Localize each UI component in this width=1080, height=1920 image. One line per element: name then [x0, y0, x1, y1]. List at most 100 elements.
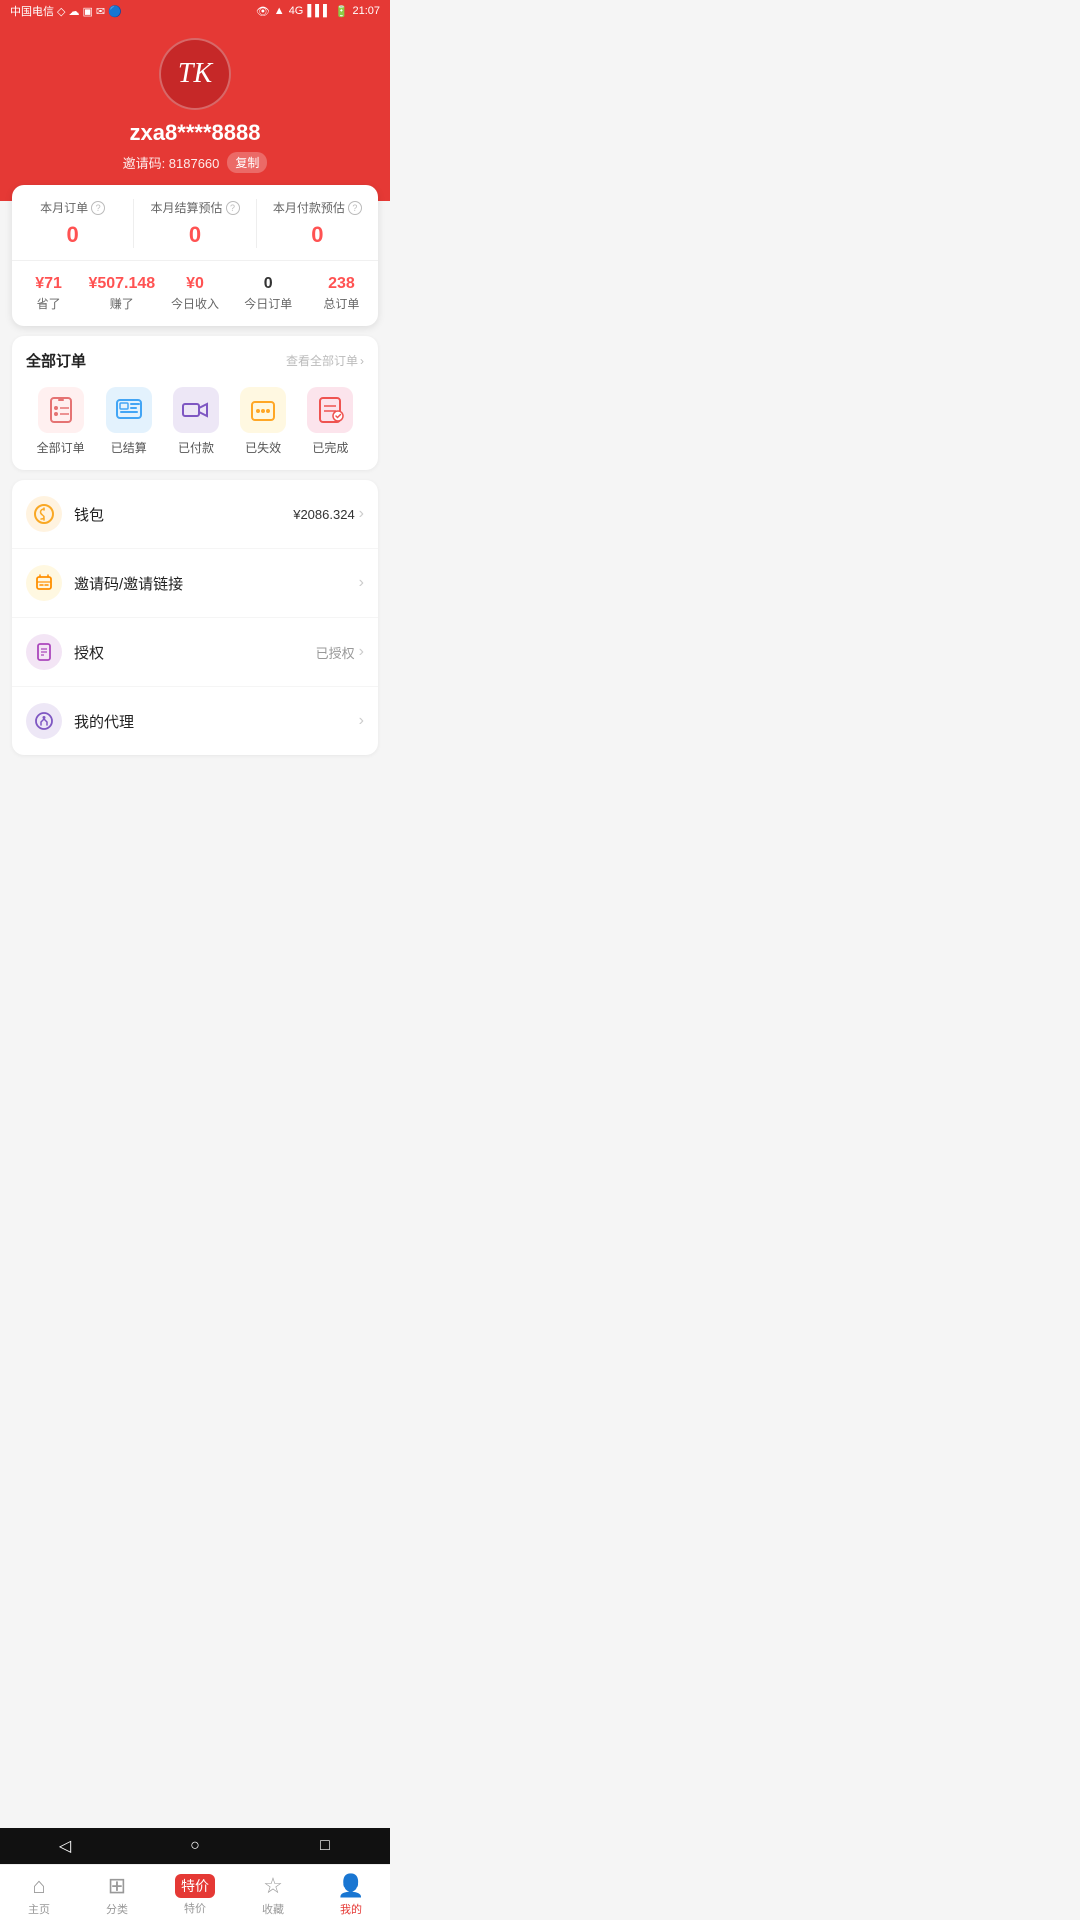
- favorites-nav-icon: ☆: [263, 1873, 283, 1899]
- home-nav-label: 主页: [28, 1901, 50, 1917]
- total-orders-value: 238: [305, 275, 378, 293]
- home-button[interactable]: ○: [180, 1831, 210, 1861]
- nav-category[interactable]: ⊞ 分类: [78, 1865, 156, 1920]
- special-nav-label: 特价: [184, 1900, 206, 1916]
- invite-right: ›: [359, 574, 364, 592]
- category-nav-label: 分类: [106, 1901, 128, 1917]
- category-nav-icon: ⊞: [108, 1873, 126, 1899]
- carrier-text: 中国电信: [10, 3, 54, 19]
- today-orders-label: 今日订单: [232, 295, 305, 312]
- invite-menu-item[interactable]: 邀请码/邀请链接 ›: [12, 549, 378, 618]
- myagent-label: 我的代理: [74, 711, 359, 732]
- paid-icon: [180, 394, 212, 426]
- orders-card: 全部订单 查看全部订单 › 全部订单: [12, 336, 378, 470]
- auth-menu-item[interactable]: 授权 已授权 ›: [12, 618, 378, 687]
- order-all-label: 全部订单: [37, 439, 85, 456]
- app-icon-3: 🔵: [108, 5, 122, 18]
- nav-home[interactable]: ⌂ 主页: [0, 1865, 78, 1920]
- order-expired[interactable]: 已失效: [240, 387, 286, 456]
- lte-icon: 4G: [289, 5, 304, 17]
- earned-stat: ¥507.148 赚了: [85, 275, 158, 312]
- total-orders-stat: 238 总订单: [305, 275, 378, 312]
- invite-icon: [26, 565, 62, 601]
- username: zxa8****8888: [130, 120, 261, 146]
- total-orders-label: 总订单: [305, 295, 378, 312]
- today-orders-value: 0: [232, 275, 305, 293]
- orders-icons-row: 全部订单 已结算: [26, 387, 364, 456]
- help-icon-2[interactable]: ?: [226, 201, 240, 215]
- stats-card: 本月订单 ? 0 本月结算预估 ? 0 本月付款预估 ? 0: [12, 185, 378, 326]
- stats-bottom-row: ¥71 省了 ¥507.148 赚了 ¥0 今日收入 0 今日订单 238 总订…: [12, 271, 378, 320]
- stats-top-row: 本月订单 ? 0 本月结算预估 ? 0 本月付款预估 ? 0: [12, 199, 378, 261]
- wallet-right: ¥2086.324 ›: [293, 505, 364, 523]
- invite-label: 邀请码/邀请链接: [74, 573, 359, 594]
- invite-code-row: 邀请码: 8187660 复制: [123, 152, 268, 173]
- order-completed-label: 已完成: [312, 439, 348, 456]
- monthly-payment-value: 0: [257, 222, 378, 248]
- auth-label: 授权: [74, 642, 316, 663]
- copy-button[interactable]: 复制: [227, 152, 267, 173]
- wallet-icon: [26, 496, 62, 532]
- today-orders-stat: 0 今日订单: [232, 275, 305, 312]
- auth-status: 已授权: [316, 643, 355, 662]
- monthly-orders-value: 0: [12, 222, 133, 248]
- orders-title: 全部订单: [26, 350, 86, 371]
- saved-value: ¥71: [12, 275, 85, 293]
- order-paid-label: 已付款: [178, 439, 214, 456]
- saved-label: 省了: [12, 295, 85, 312]
- invite-chevron: ›: [359, 574, 364, 592]
- help-icon-1[interactable]: ?: [91, 201, 105, 215]
- bottom-nav: ⌂ 主页 ⊞ 分类 特价 特价 ☆ 收藏 👤 我的: [0, 1864, 390, 1920]
- monthly-orders: 本月订单 ? 0: [12, 199, 134, 248]
- wallet-value: ¥2086.324: [293, 507, 354, 522]
- today-income-label: 今日收入: [158, 295, 231, 312]
- eye-icon: 👁: [256, 5, 270, 18]
- orders-header: 全部订单 查看全部订单 ›: [26, 350, 364, 371]
- monthly-settlement-value: 0: [134, 222, 255, 248]
- earned-value: ¥507.148: [85, 275, 158, 293]
- signal-icon: ◇: [57, 5, 65, 18]
- expired-icon: [247, 394, 279, 426]
- recents-button[interactable]: □: [310, 1831, 340, 1861]
- nav-special[interactable]: 特价 特价: [156, 1865, 234, 1920]
- chevron-right-icon: ›: [360, 354, 364, 368]
- nav-favorites[interactable]: ☆ 收藏: [234, 1865, 312, 1920]
- settled-icon: [113, 394, 145, 426]
- home-nav-icon: ⌂: [32, 1873, 45, 1899]
- battery-icon: 🔋: [335, 5, 349, 18]
- myagent-right: ›: [359, 712, 364, 730]
- order-paid[interactable]: 已付款: [173, 387, 219, 456]
- wallet-chevron: ›: [359, 505, 364, 523]
- order-settled[interactable]: 已结算: [106, 387, 152, 456]
- mine-nav-icon: 👤: [337, 1873, 364, 1899]
- monthly-payment-label: 本月付款预估: [273, 199, 345, 216]
- help-icon-3[interactable]: ?: [348, 201, 362, 215]
- order-all[interactable]: 全部订单: [37, 387, 85, 456]
- order-completed[interactable]: 已完成: [307, 387, 353, 456]
- favorites-nav-label: 收藏: [262, 1901, 284, 1917]
- back-button[interactable]: ◁: [50, 1831, 80, 1861]
- earned-label: 赚了: [85, 295, 158, 312]
- status-bar: 中国电信 ◇ ☁ ▣ ✉ 🔵 👁 ▲ 4G ▌▌▌ 🔋 21:07: [0, 0, 390, 22]
- completed-icon: [314, 394, 346, 426]
- app-icon-1: ▣: [82, 5, 92, 18]
- monthly-payment: 本月付款预估 ? 0: [257, 199, 378, 248]
- today-income-stat: ¥0 今日收入: [158, 275, 231, 312]
- system-nav-bar: ◁ ○ □: [0, 1828, 390, 1864]
- myagent-chevron: ›: [359, 712, 364, 730]
- auth-right: 已授权 ›: [316, 643, 364, 662]
- nav-mine[interactable]: 👤 我的: [312, 1865, 390, 1920]
- monthly-settlement-label: 本月结算预估: [150, 199, 222, 216]
- time: 21:07: [352, 5, 380, 17]
- auth-icon: [26, 634, 62, 670]
- avatar: TK: [159, 38, 231, 110]
- wifi-icon: ▲: [274, 5, 285, 17]
- view-all-orders[interactable]: 查看全部订单 ›: [286, 352, 364, 369]
- signal-bars: ▌▌▌: [307, 5, 330, 17]
- today-income-value: ¥0: [158, 275, 231, 293]
- status-left: 中国电信 ◇ ☁ ▣ ✉ 🔵: [10, 3, 122, 19]
- myagent-menu-item[interactable]: 我的代理 ›: [12, 687, 378, 755]
- status-right: 👁 ▲ 4G ▌▌▌ 🔋 21:07: [256, 5, 380, 18]
- app-icon-2: ✉: [96, 5, 105, 18]
- wallet-menu-item[interactable]: 钱包 ¥2086.324 ›: [12, 480, 378, 549]
